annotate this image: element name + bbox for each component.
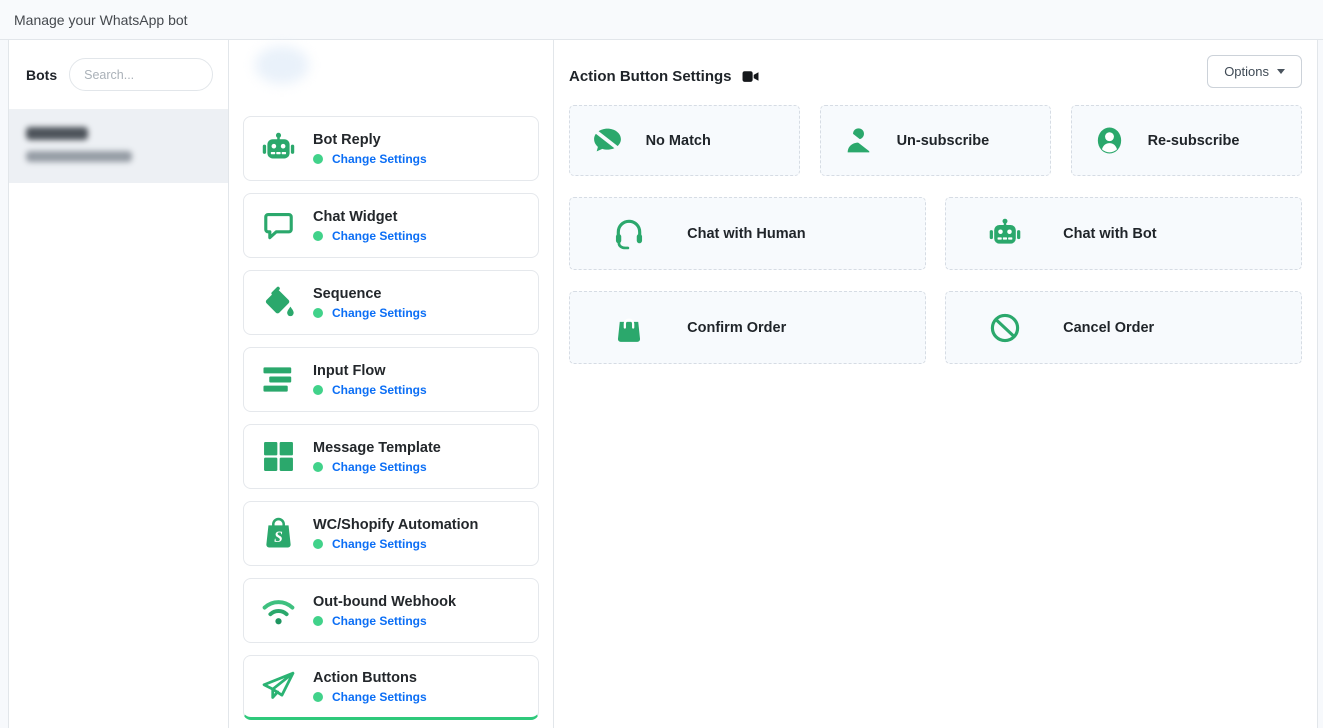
feature-card-bot-reply[interactable]: Bot Reply Change Settings	[243, 116, 539, 181]
grid-icon	[259, 438, 297, 476]
status-dot	[313, 385, 323, 395]
feature-title: WC/Shopify Automation	[313, 517, 478, 533]
paint-fill-icon	[259, 284, 297, 322]
action-label: No Match	[646, 133, 799, 149]
headset-icon	[570, 216, 687, 252]
action-card-chat-with-human[interactable]: Chat with Human	[569, 197, 926, 270]
bot-name-redacted	[26, 127, 88, 140]
main-layout: Bots Bot Reply Change Settings	[8, 40, 1318, 728]
change-settings-link[interactable]: Change Settings	[332, 229, 427, 243]
user-slash-icon	[821, 124, 897, 157]
user-circle-icon	[1072, 124, 1148, 157]
page-title: Manage your WhatsApp bot	[14, 12, 188, 28]
action-label: Confirm Order	[687, 320, 925, 336]
feature-card-shopify-automation[interactable]: S WC/Shopify Automation Change Settings	[243, 501, 539, 566]
change-settings-link[interactable]: Change Settings	[332, 460, 427, 474]
action-row-2: Chat with Human Chat with Bot	[569, 197, 1302, 270]
status-dot	[313, 154, 323, 164]
status-dot	[313, 462, 323, 472]
change-settings-link[interactable]: Change Settings	[332, 690, 427, 704]
action-card-chat-with-bot[interactable]: Chat with Bot	[945, 197, 1302, 270]
options-button[interactable]: Options	[1207, 55, 1302, 88]
comment-slash-icon	[570, 124, 646, 157]
action-label: Chat with Human	[687, 226, 925, 242]
feature-title: Sequence	[313, 286, 427, 302]
bot-list-item-selected[interactable]	[9, 110, 228, 183]
chat-bubble-icon	[259, 207, 297, 245]
change-settings-link[interactable]: Change Settings	[332, 537, 427, 551]
svg-text:S: S	[274, 529, 283, 546]
status-dot	[313, 692, 323, 702]
action-label: Un-subscribe	[897, 133, 1050, 149]
bots-heading: Bots	[26, 67, 57, 83]
wifi-icon	[259, 592, 297, 630]
blurred-avatar	[255, 46, 309, 84]
feature-title: Chat Widget	[313, 209, 427, 225]
feature-title: Input Flow	[313, 363, 427, 379]
feature-title: Out-bound Webhook	[313, 594, 456, 610]
feature-card-outbound-webhook[interactable]: Out-bound Webhook Change Settings	[243, 578, 539, 643]
action-button-settings-panel: Action Button Settings Options No Match	[554, 40, 1317, 728]
panel-header: Action Button Settings Options	[569, 55, 1302, 88]
action-label: Chat with Bot	[1063, 226, 1301, 242]
action-card-resubscribe[interactable]: Re-subscribe	[1071, 105, 1302, 176]
shopping-bag-icon	[570, 310, 687, 346]
feature-title: Message Template	[313, 440, 441, 456]
change-settings-link[interactable]: Change Settings	[332, 152, 427, 166]
options-button-label: Options	[1224, 64, 1269, 79]
action-row-1: No Match Un-subscribe Re-subscribe	[569, 105, 1302, 176]
status-dot	[313, 231, 323, 241]
change-settings-link[interactable]: Change Settings	[332, 306, 427, 320]
bot-phone-redacted	[26, 151, 132, 162]
feature-card-message-template[interactable]: Message Template Change Settings	[243, 424, 539, 489]
feature-card-input-flow[interactable]: Input Flow Change Settings	[243, 347, 539, 412]
caret-down-icon	[1277, 69, 1285, 74]
feature-card-action-buttons[interactable]: Action Buttons Change Settings	[243, 655, 539, 720]
feature-title: Action Buttons	[313, 670, 427, 686]
feature-title: Bot Reply	[313, 132, 427, 148]
bars-icon	[259, 361, 297, 399]
panel-title: Action Button Settings	[569, 68, 731, 85]
action-card-no-match[interactable]: No Match	[569, 105, 800, 176]
status-dot	[313, 539, 323, 549]
action-card-confirm-order[interactable]: Confirm Order	[569, 291, 926, 364]
action-card-cancel-order[interactable]: Cancel Order	[945, 291, 1302, 364]
page-header: Manage your WhatsApp bot	[0, 0, 1323, 40]
sidebar-header: Bots	[9, 40, 228, 110]
action-label: Re-subscribe	[1148, 133, 1301, 149]
bots-sidebar: Bots	[9, 40, 229, 728]
shopify-bag-icon: S	[259, 515, 297, 553]
feature-list: Bot Reply Change Settings Chat Widget Ch…	[229, 40, 554, 728]
change-settings-link[interactable]: Change Settings	[332, 383, 427, 397]
ban-icon	[946, 310, 1063, 346]
status-dot	[313, 308, 323, 318]
paper-plane-icon	[259, 668, 297, 706]
action-label: Cancel Order	[1063, 320, 1301, 336]
bot-search-input[interactable]	[69, 58, 213, 91]
action-row-3: Confirm Order Cancel Order	[569, 291, 1302, 364]
video-camera-icon[interactable]	[742, 70, 759, 83]
robot-icon	[946, 216, 1063, 252]
action-card-unsubscribe[interactable]: Un-subscribe	[820, 105, 1051, 176]
change-settings-link[interactable]: Change Settings	[332, 614, 427, 628]
feature-card-chat-widget[interactable]: Chat Widget Change Settings	[243, 193, 539, 258]
robot-icon	[259, 130, 297, 168]
status-dot	[313, 616, 323, 626]
feature-card-sequence[interactable]: Sequence Change Settings	[243, 270, 539, 335]
